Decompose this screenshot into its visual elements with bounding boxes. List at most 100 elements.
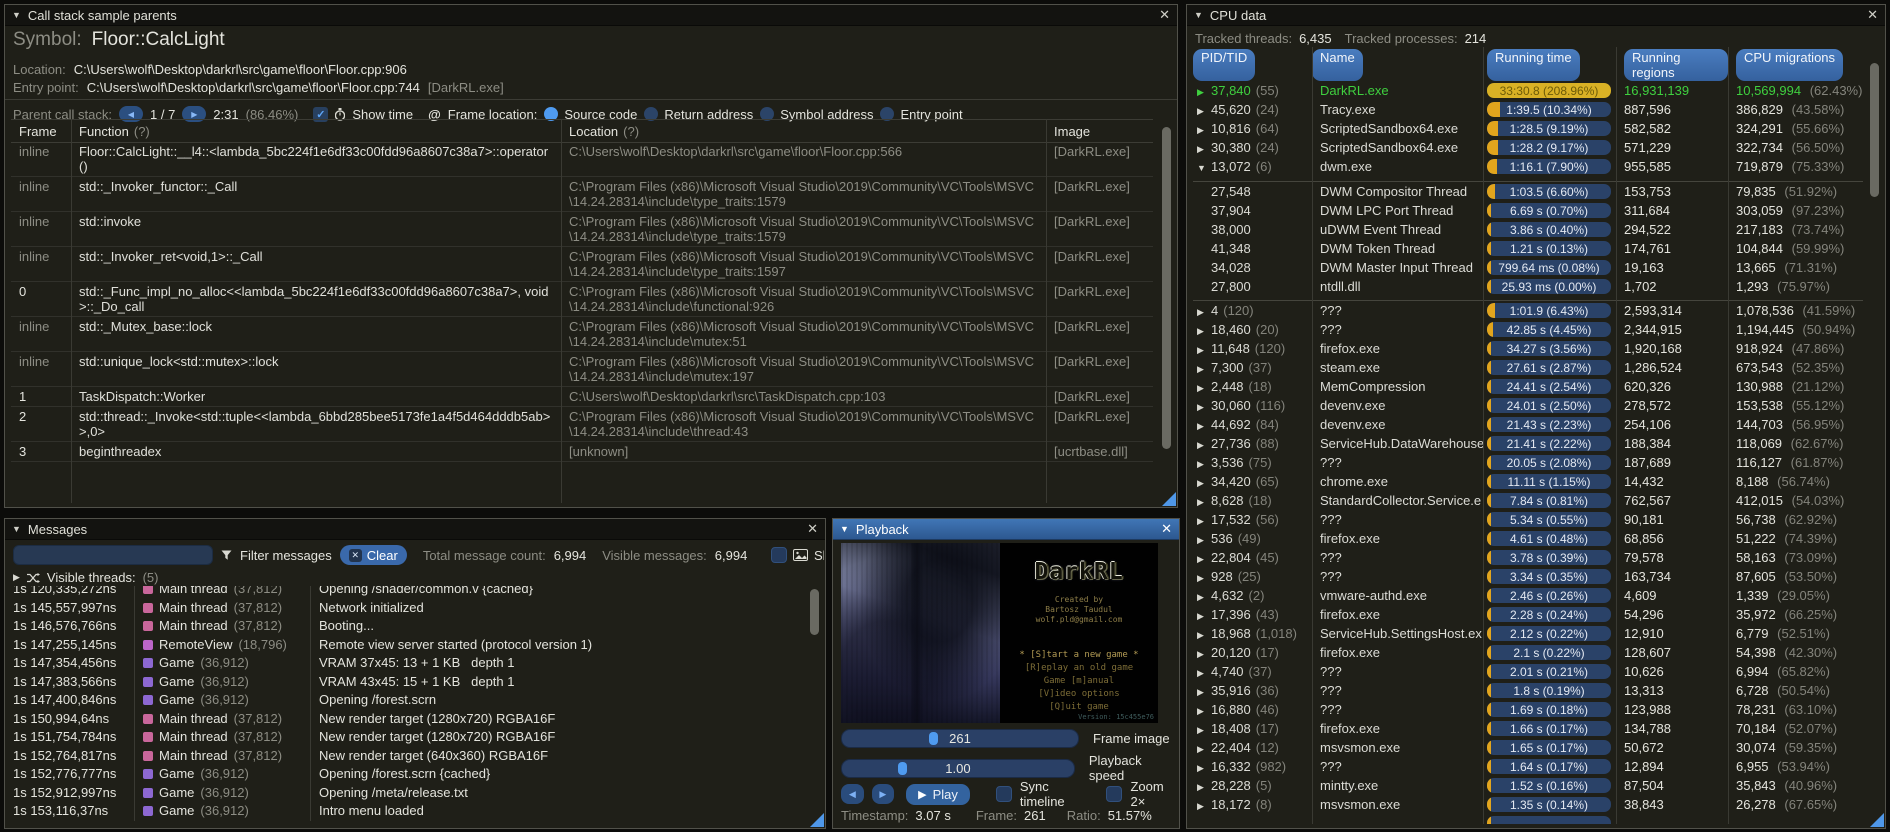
step-back-button[interactable]: ◀ — [841, 784, 864, 804]
cpu-row[interactable]: ▶ 30,380 (24) ScriptedSandbox64.exe 1:28.2 (… — [1193, 138, 1863, 157]
callstack-row[interactable]: 2 std::thread::_Invoke<std::tuple<<lambda… — [11, 407, 1153, 442]
expand-icon[interactable]: ▶ — [1195, 87, 1211, 98]
callstack-row[interactable]: 1 TaskDispatch::Worker C:\Users\wolf\Deskt… — [11, 387, 1153, 407]
step-forward-button[interactable]: ▶ — [871, 784, 895, 804]
sync-timeline-checkbox[interactable] — [995, 786, 1012, 802]
cpu-row[interactable]: ▶ 8,628 (18) StandardCollector.Service.e 7.8… — [1193, 491, 1863, 510]
cpu-row[interactable]: ▶ 17,396 (43) firefox.exe 2.28 s (0.24%) 54,2… — [1193, 605, 1863, 624]
cpu-row[interactable]: ▶ 30,060 (116) devenv.exe 24.01 s (2.50%) 278… — [1193, 396, 1863, 415]
cpu-row[interactable]: 41,348 DWM Token Thread 1.21 s (0.13%) 174,… — [1193, 239, 1863, 258]
zoom-2x-label[interactable]: Zoom 2× — [1130, 779, 1179, 809]
col-function[interactable]: Function (?) — [71, 124, 561, 139]
expand-icon[interactable]: ▶ — [1195, 383, 1211, 394]
callstack-row[interactable]: 3 beginthreadex [unknown] [ucrtbase.dll] — [11, 442, 1153, 462]
message-row[interactable]: 1s 147,383,566ns Game (36,912) VRAM 43x45: … — [13, 672, 805, 691]
expand-icon[interactable]: ▶ — [1195, 763, 1211, 774]
cpu-row[interactable]: ▶ 22,804 (45)??? 3.78 s (0.39%) 79,578 58,163… — [1193, 548, 1863, 567]
cpu-row[interactable]: ▶ 928 (25)??? 3.34 s (0.35%) 163,734 87,605 (… — [1193, 567, 1863, 586]
cpu-row[interactable]: ▶ 34,420 (65) chrome.exe 11.11 s (1.15%) 14,4… — [1193, 472, 1863, 491]
cpu-row[interactable]: ▶ 18,460 (20)??? 42.85 s (4.45%) 2,344,915 1,… — [1193, 320, 1863, 339]
cpu-row[interactable]: ▼ 13,072 (6) dwm.exe 1:16.1 (7.90%) 955,585 71… — [1193, 157, 1863, 176]
col-name[interactable]: Name — [1312, 49, 1363, 81]
expand-icon[interactable]: ▶ — [1195, 125, 1211, 136]
callstack-row[interactable]: inline std::unique_lock<std::mutex>::lock… — [11, 352, 1153, 387]
message-row[interactable]: 1s 152,764,817ns Main thread (37,812) New r… — [13, 746, 805, 765]
cpu-row[interactable]: ▶ 2,448 (18) MemCompression 24.41 s (2.54%) 6… — [1193, 377, 1863, 396]
col-cpu-migrations[interactable]: CPU migrations — [1736, 49, 1844, 81]
expand-icon[interactable]: ▶ — [1195, 402, 1211, 413]
cpu-row[interactable]: ▶ 35,916 (36)??? 1.8 s (0.19%) 13,313 6,728 (… — [1193, 681, 1863, 700]
cpu-row[interactable]: ▶ 20,120 (17) firefox.exe 2.1 s (0.22%) 128,6… — [1193, 643, 1863, 662]
zoom-2x-checkbox[interactable] — [1106, 786, 1123, 802]
expand-icon[interactable]: ▶ — [1195, 630, 1211, 641]
play-button[interactable]: ▶ Play — [906, 783, 970, 805]
message-row[interactable]: 1s 151,754,784ns Main thread (37,812) New r… — [13, 728, 805, 747]
expand-icon[interactable]: ▶ — [1195, 421, 1211, 432]
expand-icon[interactable]: ▶ — [1195, 744, 1211, 755]
cpu-row[interactable]: ▶ 16,332 (982)??? 1.64 s (0.17%) 12,894 6,955… — [1193, 757, 1863, 776]
expand-icon[interactable]: ▶ — [1195, 649, 1211, 660]
show-images-checkbox[interactable] — [771, 547, 787, 563]
callstack-row[interactable]: inline std::_Mutex_base::lock C:\Program F… — [11, 317, 1153, 352]
cpu-row[interactable]: ▶ 22,404 (12) msvsmon.exe 1.65 s (0.17%) 50,6… — [1193, 738, 1863, 757]
resize-grip[interactable] — [1162, 492, 1176, 506]
expand-icon[interactable]: ▶ — [1195, 364, 1211, 375]
close-icon[interactable]: ✕ — [1159, 7, 1170, 23]
cpu-row[interactable]: ▶ 4,740 (37)??? 2.01 s (0.21%) 10,626 6,994 (… — [1193, 662, 1863, 681]
callstack-row[interactable]: inline Floor::CalcLight::__l4::<lambda_5b… — [11, 142, 1153, 177]
callstack-titlebar[interactable]: ▼ Call stack sample parents ✕ — [5, 5, 1177, 26]
message-row[interactable]: 1s 153,116,37ns Game (36,912) Intro menu lo… — [13, 802, 805, 821]
expand-icon[interactable]: ▶ — [1195, 611, 1211, 622]
playback-speed-slider[interactable]: 1.00 — [841, 758, 1075, 778]
cpu-row[interactable]: ▶ 37,840 (55) DarkRL.exe 33:30.8 (208.96%) 16… — [1193, 81, 1863, 100]
cpu-row[interactable]: 38,000 uDWM Event Thread 3.86 s (0.40%) 294… — [1193, 220, 1863, 239]
playback-titlebar[interactable]: ▼ Playback ✕ — [833, 519, 1179, 540]
expand-icon[interactable]: ▶ — [1195, 345, 1211, 356]
callstack-row[interactable]: 0 std::_Func_impl_no_alloc<<lambda_5bc224… — [11, 282, 1153, 317]
resize-grip[interactable] — [810, 813, 824, 827]
cpu-row[interactable]: ▶ 18,408 (17) firefox.exe 1.66 s (0.17%) 134,… — [1193, 719, 1863, 738]
expand-icon[interactable]: ▶ — [1195, 478, 1211, 489]
cpu-row[interactable]: ▶ 28,228 (5) mintty.exe 1.52 s (0.16%) 87,504… — [1193, 776, 1863, 795]
message-row[interactable]: 1s 152,776,777ns Game (36,912) Opening /for… — [13, 765, 805, 784]
expand-icon[interactable]: ▶ — [1195, 573, 1211, 584]
col-running-regions[interactable]: Running regions — [1624, 49, 1728, 81]
cpu-row[interactable]: ▶ 27,736 (88) ServiceHub.DataWarehouse 21.41… — [1193, 434, 1863, 453]
resize-grip[interactable] — [1870, 813, 1884, 827]
expand-icon[interactable]: ▶ — [1195, 592, 1211, 603]
cpu-row[interactable]: ▶ 18,968 (1,018) ServiceHub.SettingsHost.ex… — [1193, 624, 1863, 643]
filter-input[interactable] — [13, 545, 213, 565]
cpu-row[interactable]: ▶ 11,648 (120) firefox.exe 34.27 s (3.56%) 1,… — [1193, 339, 1863, 358]
vertical-scrollbar[interactable] — [810, 589, 819, 635]
col-running-time[interactable]: Running time — [1487, 49, 1580, 81]
expand-icon[interactable]: ▶ — [1195, 106, 1211, 117]
cpu-row[interactable]: ▶ 45,620 (24) Tracy.exe 1:39.5 (10.34%) 887,5… — [1193, 100, 1863, 119]
message-row[interactable]: 1s 147,354,456ns Game (36,912) VRAM 37x45: … — [13, 654, 805, 673]
sync-timeline-label[interactable]: Sync timeline — [1020, 779, 1093, 809]
cpu-row[interactable]: 27,800 ntdll.dll 25.93 ms (0.00%) 1,702 1,29… — [1193, 277, 1863, 296]
message-row[interactable]: 1s 145,557,997ns Main thread (37,812) Netwo… — [13, 598, 805, 617]
cpu-row[interactable]: ▶ 17,532 (56)??? 5.34 s (0.55%) 90,181 56,738… — [1193, 510, 1863, 529]
vertical-scrollbar[interactable] — [1162, 127, 1171, 449]
expand-icon[interactable]: ▶ — [1195, 326, 1211, 337]
collapse-icon[interactable]: ▼ — [12, 524, 21, 534]
expand-icon[interactable]: ▶ — [1195, 554, 1211, 565]
callstack-row[interactable]: inline std::_Invoker_ret<void,1>::_Call C:… — [11, 247, 1153, 282]
cpu-row[interactable]: ▶ 16,880 (46)??? 1.69 s (0.18%) 123,988 78,23… — [1193, 700, 1863, 719]
cpu-row[interactable]: ▶ 4,632 (2) vmware-authd.exe 2.46 s (0.26%) 4… — [1193, 586, 1863, 605]
messages-titlebar[interactable]: ▼ Messages ✕ — [5, 519, 825, 540]
expand-icon[interactable]: ▶ — [1195, 516, 1211, 527]
col-location[interactable]: Location (?) — [561, 124, 1046, 139]
message-row[interactable]: 1s 147,400,846ns Game (36,912) Opening /for… — [13, 691, 805, 710]
expand-icon[interactable]: ▶ — [1195, 801, 1211, 812]
expand-icon[interactable]: ▶ — [1195, 307, 1211, 318]
cpu-row[interactable]: ▶ 18,172 (8) msvsmon.exe 1.35 s (0.14%) 38,84… — [1193, 795, 1863, 814]
close-icon[interactable]: ✕ — [1161, 521, 1172, 537]
clear-button[interactable]: ✕ Clear — [339, 545, 407, 565]
collapse-icon[interactable]: ▼ — [840, 524, 849, 534]
cpu-row[interactable]: ▶ 44,692 (84) devenv.exe 21.43 s (2.23%) 254,… — [1193, 415, 1863, 434]
message-row[interactable]: 1s 120,335,272ns Main thread (37,812) Openi… — [13, 586, 805, 599]
expand-icon[interactable]: ▶ — [1195, 144, 1211, 155]
message-row[interactable]: 1s 150,994,64ns Main thread (37,812) New re… — [13, 709, 805, 728]
expand-icon[interactable]: ▶ — [1195, 440, 1211, 451]
